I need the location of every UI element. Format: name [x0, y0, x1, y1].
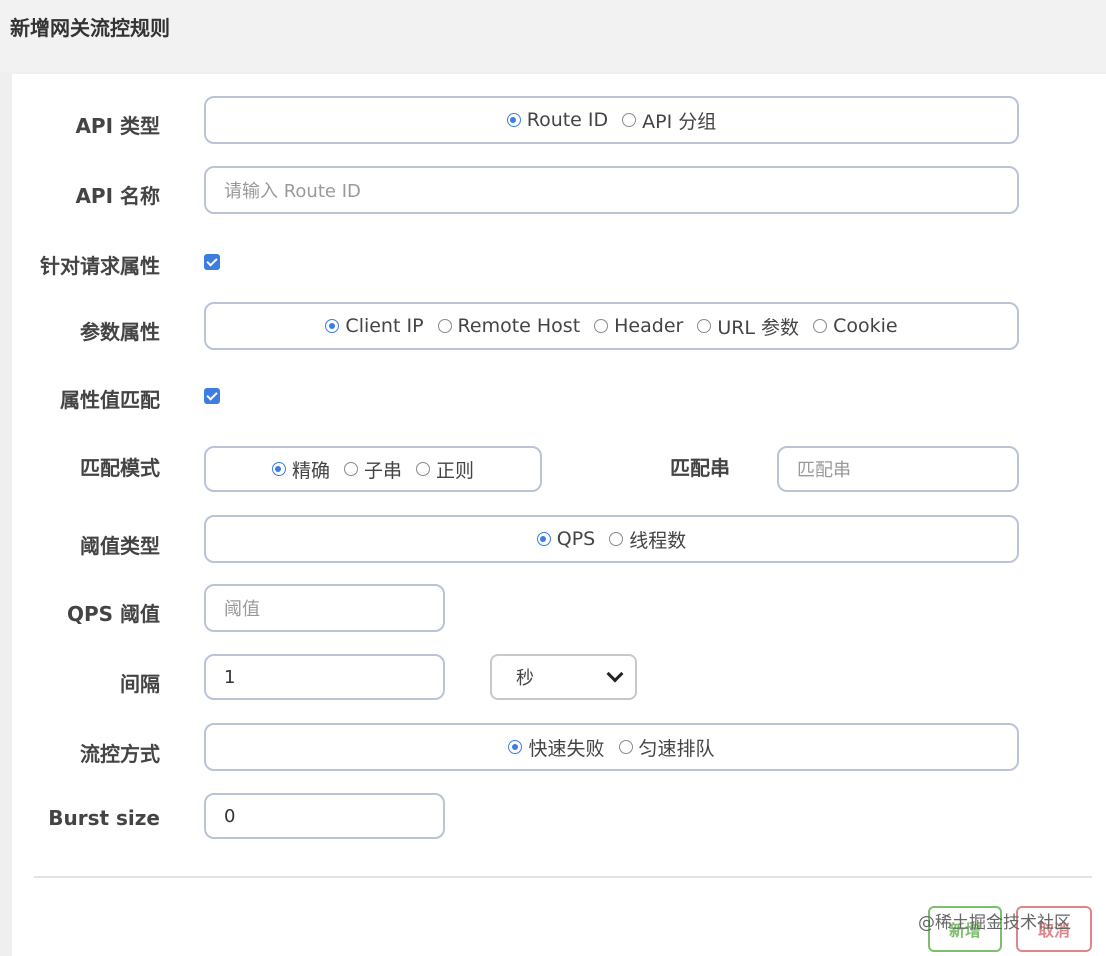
match-mode-label: 匹配模式 [80, 456, 160, 480]
request-attr-checkbox[interactable] [204, 254, 220, 270]
interval-value: 1 [224, 666, 236, 688]
radio-unselected-icon[interactable] [343, 462, 358, 476]
param-attr-label: 参数属性 [80, 320, 160, 344]
dialog-title: 新增网关流控规则 [10, 16, 170, 40]
param-attr-radio-group: Client IP Remote Host Header URL 参数 Cook… [204, 302, 1019, 350]
interval-unit-select[interactable]: 秒 [490, 654, 637, 700]
burst-size-label: Burst size [48, 806, 160, 830]
request-attr-label: 针对请求属性 [40, 254, 160, 278]
control-mode-option-queue[interactable]: 匀速排队 [618, 734, 715, 761]
match-mode-option-exact[interactable]: 精确 [271, 456, 330, 483]
watermark: @稀土掘金技术社区 [918, 913, 1071, 933]
radio-selected-icon[interactable] [506, 113, 521, 127]
match-string-label: 匹配串 [670, 456, 730, 480]
threshold-type-radio-group: QPS 线程数 [204, 515, 1019, 563]
radio-selected-icon[interactable] [508, 740, 523, 754]
control-mode-label: 流控方式 [80, 742, 160, 766]
radio-selected-icon[interactable] [536, 532, 551, 546]
param-attr-option-remote-host[interactable]: Remote Host [437, 315, 580, 337]
radio-unselected-icon[interactable] [622, 113, 637, 127]
radio-selected-icon[interactable] [271, 462, 286, 476]
control-mode-radio-group: 快速失败 匀速排队 [204, 723, 1019, 771]
attr-match-label: 属性值匹配 [60, 388, 160, 412]
match-mode-option-substring[interactable]: 子串 [343, 456, 402, 483]
api-type-radio-group: Route ID API 分组 [204, 96, 1019, 144]
radio-unselected-icon[interactable] [416, 462, 430, 476]
interval-label: 间隔 [120, 672, 160, 696]
burst-size-value: 0 [224, 805, 236, 827]
radio-unselected-icon[interactable] [618, 740, 633, 754]
api-type-label: API 类型 [75, 114, 160, 138]
radio-unselected-icon[interactable] [697, 319, 712, 333]
threshold-type-option-threads[interactable]: 线程数 [609, 526, 686, 553]
chevron-down-icon [606, 665, 624, 683]
api-type-option-api-group[interactable]: API 分组 [622, 107, 716, 134]
param-attr-option-cookie[interactable]: Cookie [813, 315, 898, 337]
qps-threshold-label: QPS 阈值 [66, 602, 160, 626]
param-attr-option-client-ip[interactable]: Client IP [325, 315, 424, 337]
interval-unit-value: 秒 [516, 668, 534, 689]
radio-selected-icon[interactable] [325, 319, 340, 333]
radio-unselected-icon[interactable] [609, 532, 624, 546]
param-attr-option-header[interactable]: Header [594, 315, 683, 337]
control-mode-option-fast-fail[interactable]: 快速失败 [508, 734, 605, 761]
qps-threshold-input[interactable]: 阈值 [204, 584, 445, 632]
api-name-label: API 名称 [75, 184, 160, 208]
match-string-input[interactable]: 匹配串 [777, 446, 1019, 492]
qps-threshold-placeholder: 阈值 [224, 599, 260, 620]
radio-unselected-icon[interactable] [594, 319, 609, 333]
match-string-placeholder: 匹配串 [797, 460, 851, 481]
burst-size-input[interactable]: 0 [204, 793, 445, 839]
radio-unselected-icon[interactable] [437, 319, 452, 333]
api-type-option-route-id[interactable]: Route ID [506, 109, 608, 131]
radio-unselected-icon[interactable] [813, 319, 828, 333]
match-mode-radio-group: 精确 子串 正则 [204, 446, 542, 492]
api-name-input[interactable]: 请输入 Route ID [204, 166, 1019, 214]
footer-divider [34, 876, 1092, 878]
attr-match-checkbox[interactable] [204, 388, 220, 404]
dialog-header: 新增网关流控规则 [0, 0, 1106, 72]
match-mode-option-regex[interactable]: 正则 [416, 456, 474, 483]
param-attr-option-url-param[interactable]: URL 参数 [697, 313, 799, 340]
threshold-type-option-qps[interactable]: QPS [536, 528, 595, 550]
api-name-placeholder: 请输入 Route ID [224, 181, 361, 202]
threshold-type-label: 阈值类型 [80, 534, 160, 558]
interval-input[interactable]: 1 [204, 654, 445, 700]
